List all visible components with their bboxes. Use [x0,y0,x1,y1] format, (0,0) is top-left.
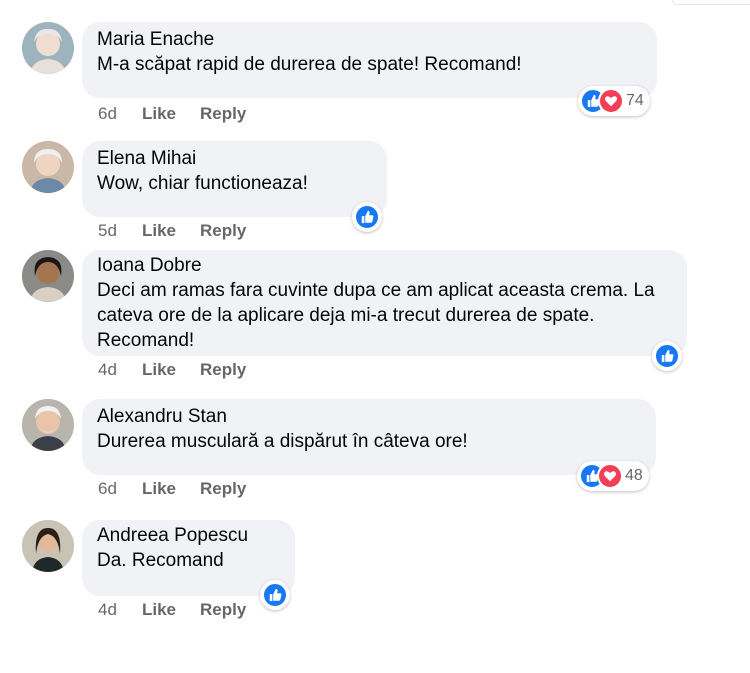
comment-actions: 5d Like Reply [98,221,270,241]
like-button[interactable]: Like [142,600,176,620]
avatar[interactable] [22,399,74,451]
comment-bubble: Ioana Dobre Deci am ramas fara cuvinte d… [82,250,687,356]
reaction-count: 74 [626,92,644,109]
timestamp[interactable]: 6d [98,479,142,499]
like-icon [654,343,680,369]
reaction-count: 48 [625,467,643,484]
comment-text: Deci am ramas fara cuvinte dupa ce am ap… [97,280,655,351]
author-name[interactable]: Maria Enache [97,28,642,52]
author-name[interactable]: Alexandru Stan [97,405,641,429]
comment-actions: 4d Like Reply [98,600,270,620]
comment-actions: 6d Like Reply [98,104,270,124]
timestamp[interactable]: 5d [98,221,142,241]
avatar[interactable] [22,250,74,302]
like-button[interactable]: Like [142,360,176,380]
comment-bubble: Alexandru Stan Durerea musculară a dispă… [82,399,656,475]
comment-text: M-a scăpat rapid de durerea de spate! Re… [97,54,522,75]
love-icon [598,88,624,114]
author-name[interactable]: Ioana Dobre [97,254,672,278]
avatar[interactable] [22,520,74,572]
comment-actions: 4d Like Reply [98,360,270,380]
reactions-summary[interactable]: 74 [578,86,650,116]
previous-element-edge [672,0,750,5]
comment-bubble: Elena Mihai Wow, chiar functioneaza! [82,141,387,217]
timestamp[interactable]: 6d [98,104,142,124]
reply-button[interactable]: Reply [200,360,246,380]
like-button[interactable]: Like [142,221,176,241]
reply-button[interactable]: Reply [200,104,246,124]
reply-button[interactable]: Reply [200,600,246,620]
comment-text: Wow, chiar functioneaza! [97,173,308,194]
comment-actions: 6d Like Reply [98,479,270,499]
comment-text: Durerea musculară a dispărut în câteva o… [97,431,468,452]
like-button[interactable]: Like [142,104,176,124]
reply-button[interactable]: Reply [200,221,246,241]
love-icon [597,463,623,489]
comment-text: Da. Recomand [97,550,224,571]
timestamp[interactable]: 4d [98,360,142,380]
timestamp[interactable]: 4d [98,600,142,620]
reactions-summary[interactable]: 48 [577,461,649,491]
author-name[interactable]: Andreea Popescu [97,524,280,548]
avatar[interactable] [22,141,74,193]
reactions-summary[interactable] [352,202,382,232]
like-icon [354,204,380,230]
like-button[interactable]: Like [142,479,176,499]
avatar[interactable] [22,22,74,74]
reply-button[interactable]: Reply [200,479,246,499]
author-name[interactable]: Elena Mihai [97,147,372,171]
reactions-summary[interactable] [652,341,682,371]
comment-bubble: Maria Enache M-a scăpat rapid de durerea… [82,22,657,98]
